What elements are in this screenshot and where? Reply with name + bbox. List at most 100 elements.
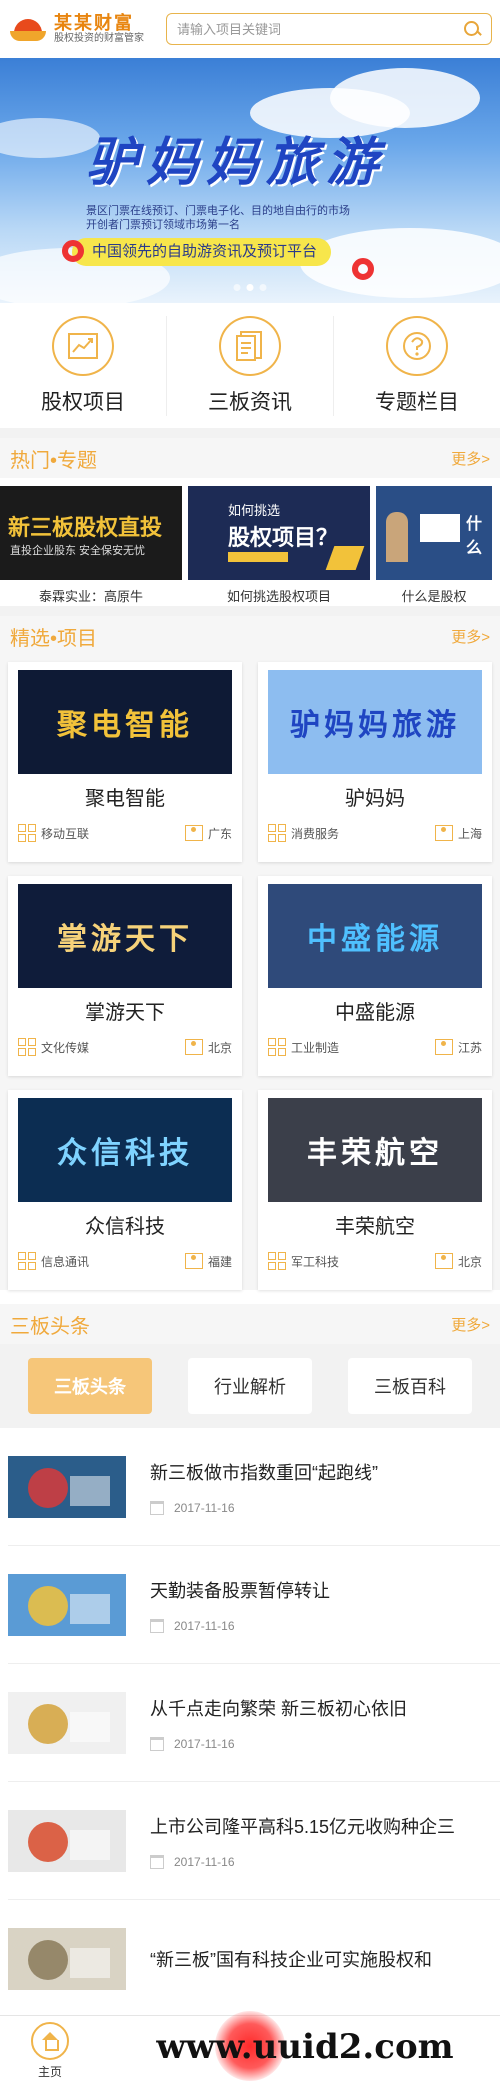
project-card[interactable]: 中盛能源 中盛能源 工业制造 江苏 <box>258 876 492 1076</box>
map-icon <box>184 1039 203 1055</box>
banner-title: 驴妈妈旅游 <box>86 132 387 193</box>
hot-topic-card[interactable]: 新三板股权直投 直投企业股东 安全保安无忧 泰霖实业：高原牛 <box>0 486 182 606</box>
hot-topic-caption: 什么是股权 <box>401 589 467 604</box>
project-meta: 移动互联 广东 <box>18 824 232 842</box>
project-card[interactable]: 掌游天下 掌游天下 文化传媒 北京 <box>8 876 242 1076</box>
section-title: 三板头条 <box>10 1315 90 1338</box>
project-name: 丰荣航空 <box>335 1216 415 1238</box>
headline-tabs: 三板头条 行业解析 三板百科 <box>0 1344 500 1428</box>
project-image-text: 掌游天下 <box>57 923 193 956</box>
more-link[interactable]: 更多> <box>451 626 490 647</box>
news-thumbnail <box>8 1455 126 1518</box>
calendar-icon <box>150 1736 164 1751</box>
section-title: 热门•专题 <box>10 449 98 472</box>
carousel-dot[interactable] <box>259 284 267 291</box>
tab-sanban-encyclopedia[interactable]: 三板百科 <box>348 1358 472 1414</box>
quicknav-special-columns[interactable]: 专题栏目 <box>334 315 500 416</box>
logo-slogan: 股权投资的财富管家 <box>54 33 144 44</box>
project-region: 上海 <box>457 826 482 841</box>
news-thumbnail <box>8 1573 126 1636</box>
hot-topic-image: 什么 <box>376 486 492 580</box>
search-box <box>166 13 492 45</box>
project-card[interactable]: 驴妈妈旅游 驴妈妈 消费服务 上海 <box>258 662 492 862</box>
project-name: 众信科技 <box>85 1216 165 1238</box>
news-thumbnail <box>8 1691 126 1754</box>
document-icon <box>219 315 281 376</box>
project-industry: 军工科技 <box>291 1254 340 1269</box>
project-image: 聚电智能 <box>18 670 232 774</box>
home-button[interactable]: 主页 <box>0 2021 100 2080</box>
home-label: 主页 <box>37 2064 62 2079</box>
tab-sanban-headlines[interactable]: 三板头条 <box>28 1358 152 1414</box>
section-title: 精选•项目 <box>10 627 98 650</box>
news-item[interactable]: “新三板”国有科技企业可实施股权和 <box>8 1900 500 2018</box>
news-date: 2017-11-16 <box>174 1618 235 1633</box>
category-grid-icon <box>268 824 286 842</box>
category-grid-icon <box>268 1038 286 1056</box>
quicknav-label: 三板资讯 <box>208 390 292 414</box>
project-image: 驴妈妈旅游 <box>268 670 482 774</box>
category-grid-icon <box>18 1038 36 1056</box>
news-item[interactable]: 新三板做市指数重回“起跑线” 2017-11-16 <box>8 1428 500 1546</box>
quicknav-equity-projects[interactable]: 股权项目 <box>0 315 167 416</box>
headlines-header: 三板头条 更多> <box>0 1304 500 1344</box>
project-image-text: 聚电智能 <box>57 709 193 742</box>
project-meta: 工业制造 江苏 <box>268 1038 482 1056</box>
search-icon[interactable] <box>463 20 481 38</box>
project-card[interactable]: 丰荣航空 丰荣航空 军工科技 北京 <box>258 1090 492 1290</box>
project-name: 聚电智能 <box>85 788 165 810</box>
project-image-text: 驴妈妈旅游 <box>290 709 460 742</box>
project-industry: 信息通讯 <box>41 1254 90 1269</box>
project-region: 江苏 <box>457 1040 482 1055</box>
project-image-text: 丰荣航空 <box>307 1137 443 1170</box>
featured-projects-header: 精选•项目 更多> <box>0 616 500 656</box>
search-input[interactable] <box>177 21 463 37</box>
hot-topics-list: 新三板股权直投 直投企业股东 安全保安无忧 泰霖实业：高原牛 如何挑选 股权项目… <box>0 478 500 616</box>
project-card[interactable]: 聚电智能 聚电智能 移动互联 广东 <box>8 662 242 862</box>
news-title: “新三板”国有科技企业可实施股权和 <box>150 1949 432 1970</box>
category-grid-icon <box>268 1252 286 1270</box>
map-icon <box>184 825 203 841</box>
project-name: 掌游天下 <box>85 1002 165 1024</box>
news-date: 2017-11-16 <box>174 1736 235 1751</box>
news-item[interactable]: 天勤装备股票暂停转让 2017-11-16 <box>8 1546 500 1664</box>
logo[interactable]: 某某财富 股权投资的财富管家 <box>8 13 158 45</box>
map-icon <box>434 1253 453 1269</box>
news-date: 2017-11-16 <box>174 1500 235 1515</box>
banner-slogan: 中国领先的自助游资讯及预订平台 <box>72 238 332 266</box>
home-icon <box>31 2021 69 2060</box>
project-image: 众信科技 <box>18 1098 232 1202</box>
project-image: 中盛能源 <box>268 884 482 988</box>
carousel-dot[interactable] <box>233 284 241 291</box>
news-title: 从千点走向繁荣 新三板初心依旧 <box>150 1698 407 1719</box>
carousel-dot-active[interactable] <box>246 284 254 291</box>
quick-nav: 股权项目 三板资讯 专题栏目 <box>0 303 500 438</box>
hot-topic-card[interactable]: 如何挑选 股权项目？ 如何挑选股权项目 <box>188 486 370 606</box>
news-date: 2017-11-16 <box>174 1854 235 1869</box>
more-link[interactable]: 更多> <box>451 448 490 469</box>
tab-industry-analysis[interactable]: 行业解析 <box>188 1358 312 1414</box>
news-title: 新三板做市指数重回“起跑线” <box>150 1462 378 1483</box>
more-link[interactable]: 更多> <box>451 1314 490 1335</box>
quicknav-sanban-news[interactable]: 三板资讯 <box>167 315 334 416</box>
news-item[interactable]: 从千点走向繁荣 新三板初心依旧 2017-11-16 <box>8 1664 500 1782</box>
carousel-dots <box>233 284 267 291</box>
project-industry: 文化传媒 <box>41 1040 90 1055</box>
news-item[interactable]: 上市公司隆平高科5.15亿元收购种企三 2017-11-16 <box>8 1782 500 1900</box>
hot-topic-card[interactable]: 什么 什么是股权 <box>376 486 492 606</box>
map-icon <box>434 825 453 841</box>
hot-topics-header: 热门•专题 更多> <box>0 438 500 478</box>
category-grid-icon <box>18 824 36 842</box>
logo-mark-icon <box>8 13 48 45</box>
project-name: 驴妈妈 <box>345 788 405 810</box>
calendar-icon <box>150 1500 164 1515</box>
news-title: 上市公司隆平高科5.15亿元收购种企三 <box>150 1816 456 1837</box>
lifebuoy-icon <box>352 258 374 280</box>
project-industry: 工业制造 <box>291 1040 340 1055</box>
banner-carousel[interactable]: 驴妈妈旅游 景区门票在线预订、门票电子化、目的地自由行的市场开创者门票预订领域市… <box>0 58 500 303</box>
project-meta: 文化传媒 北京 <box>18 1038 232 1056</box>
project-region: 北京 <box>457 1254 482 1269</box>
hot-topic-image: 新三板股权直投 直投企业股东 安全保安无忧 <box>0 486 182 580</box>
watermark: www.uuid2.com <box>156 2027 454 2067</box>
project-card[interactable]: 众信科技 众信科技 信息通讯 福建 <box>8 1090 242 1290</box>
